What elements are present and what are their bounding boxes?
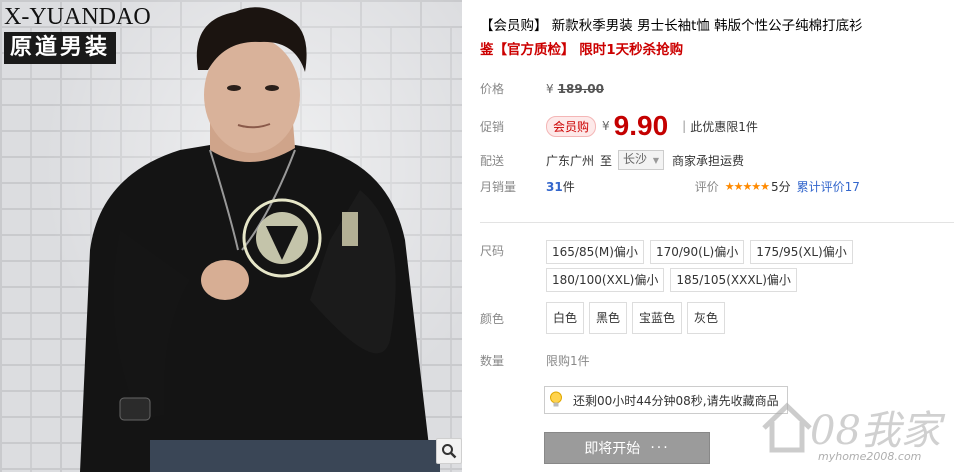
original-price: 189.00 <box>557 81 604 96</box>
buy-button[interactable]: 即将开始 ··· <box>544 432 710 464</box>
shipping-label: 配送 <box>480 153 505 168</box>
magnifier-icon <box>442 444 457 459</box>
brand-logo: X-YUANDAO 原道男装 <box>4 4 172 64</box>
lightbulb-icon <box>545 388 567 412</box>
size-option[interactable]: 185/105(XXXL)偏小 <box>670 268 797 292</box>
countdown-text: 还剩00小时44分钟08秒,请先收藏商品 <box>573 393 779 408</box>
model-figure <box>80 7 440 472</box>
shipping-row: 配送 广东广州 至 长沙 ▼ 商家承担运费 <box>480 150 744 170</box>
size-option[interactable]: 175/95(XL)偏小 <box>750 240 853 264</box>
size-label: 尺码 <box>480 244 505 258</box>
promo-label: 促销 <box>480 119 505 134</box>
rating-score: 5分 <box>771 180 791 194</box>
shipping-fee: 商家承担运费 <box>672 153 745 168</box>
rating-label: 评价 <box>694 180 719 194</box>
size-row: 尺码 165/85(M)偏小 170/90(L)偏小 175/95(XL)偏小 … <box>480 240 886 292</box>
color-option[interactable]: 灰色 <box>687 302 726 334</box>
quantity-limit: 限购1件 <box>546 354 590 368</box>
watermark-url: myhome2008.com <box>818 450 922 463</box>
star-rating-icon: ★★★★★ <box>724 180 770 193</box>
product-title: 【会员购】 新款秋季男装 男士长袖t恤 韩版个性公子纯棉打底衫 <box>480 18 863 34</box>
countdown-notice: 还剩00小时44分钟08秒,请先收藏商品 <box>544 386 788 414</box>
size-option[interactable]: 170/90(L)偏小 <box>649 240 745 264</box>
brand-name-en: X-YUANDAO <box>4 4 151 30</box>
sales-label: 月销量 <box>480 180 517 194</box>
chevron-down-icon: ▼ <box>652 156 660 165</box>
color-option[interactable]: 白色 <box>546 302 585 334</box>
brand-name-cn: 原道男装 <box>4 32 117 64</box>
size-options: 165/85(M)偏小 170/90(L)偏小 175/95(XL)偏小 180… <box>546 240 886 292</box>
site-watermark: 08我家 myhome2008.com <box>760 392 954 472</box>
color-row: 颜色 白色 黑色 宝蓝色 灰色 <box>480 302 730 334</box>
price-label: 价格 <box>480 82 505 96</box>
destination-value: 长沙 <box>623 152 648 166</box>
shipping-from: 广东广州 <box>546 153 595 168</box>
buy-button-dots: ··· <box>650 440 670 456</box>
sales-row: 月销量 31 件 评价 ★★★★★ 5分 累计评价17 <box>480 178 860 195</box>
color-option[interactable]: 宝蓝色 <box>632 302 683 334</box>
sales-count: 31 <box>546 179 563 194</box>
zoom-button[interactable] <box>436 438 462 464</box>
reviews-link[interactable]: 累计评价17 <box>797 178 860 195</box>
sales-unit: 件 <box>562 180 575 194</box>
size-option[interactable]: 180/100(XXL)偏小 <box>546 268 665 292</box>
watermark-logo: 08我家 <box>810 408 941 454</box>
buy-button-label: 即将开始 <box>584 441 641 457</box>
price-currency: ¥ <box>546 81 554 96</box>
size-option[interactable]: 165/85(M)偏小 <box>546 240 644 264</box>
house-icon <box>762 402 812 453</box>
promo-price: 9.90 <box>613 110 669 141</box>
quantity-row: 数量 限购1件 <box>480 352 590 369</box>
product-image[interactable]: X-YUANDAO 原道男装 <box>0 0 462 472</box>
promo-tag: 会员购 <box>546 115 597 137</box>
product-subtitle: 鉴【官方质检】 限时1天秒杀抢购 <box>480 42 684 58</box>
promo-row: 促销 会员购 ¥ 9.90 | 此优惠限1件 <box>480 110 758 142</box>
promo-note: 此优惠限1件 <box>690 119 758 134</box>
price-row: 价格 ¥ 189.00 <box>480 80 604 97</box>
section-divider <box>480 222 954 223</box>
destination-select[interactable]: 长沙 ▼ <box>618 150 665 170</box>
quantity-label: 数量 <box>480 354 505 368</box>
shipping-to-word: 至 <box>600 153 613 168</box>
color-option[interactable]: 黑色 <box>589 302 628 334</box>
promo-currency: ¥ <box>602 119 610 133</box>
color-label: 颜色 <box>480 311 505 326</box>
promo-separator: | <box>682 119 687 133</box>
